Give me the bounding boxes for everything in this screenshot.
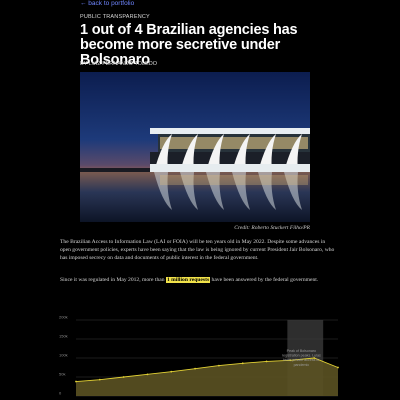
data-point bbox=[98, 378, 101, 381]
chart-annotation: term, private access to bbox=[283, 358, 319, 362]
back-to-portfolio-link[interactable]: ← back to portfolio bbox=[80, 0, 134, 7]
data-point bbox=[75, 380, 77, 383]
paragraph-text: have been answered by the federal govern… bbox=[210, 277, 319, 283]
y-tick-label: 50k bbox=[59, 372, 65, 377]
highlight-requests-count: 1 million requests bbox=[165, 277, 211, 283]
photo-credit: Credit: Roberto Stuckert Filho/PR bbox=[234, 225, 310, 231]
data-point bbox=[146, 373, 149, 376]
data-point bbox=[265, 360, 268, 363]
data-point bbox=[241, 362, 244, 365]
chart-annotation: registration peaks. Lulas bbox=[282, 354, 321, 358]
y-tick-label: 0 bbox=[59, 391, 62, 396]
chart-annotation: Peak of Bolsonaro bbox=[287, 349, 316, 353]
y-tick-label: 100k bbox=[59, 353, 68, 358]
requests-paragraph: Since it was regulated in May 2012, more… bbox=[60, 276, 335, 284]
y-tick-label: 150k bbox=[59, 334, 68, 339]
data-point bbox=[194, 367, 196, 370]
requests-area-chart: 200k 150k 100k 50k 0 Peak of Bolsonaroregistr… bbox=[59, 315, 339, 397]
data-point bbox=[218, 364, 220, 367]
data-point bbox=[122, 376, 125, 378]
section-kicker: PUBLIC TRANSPARENCY bbox=[80, 14, 150, 20]
data-point bbox=[337, 366, 339, 369]
article-byline: BY LUIZ FERNANDO TOLEDO bbox=[80, 61, 158, 67]
data-point bbox=[170, 370, 173, 373]
chart-annotation: pandemic bbox=[294, 363, 310, 367]
hero-photo bbox=[80, 72, 310, 222]
paragraph-text: Since it was regulated in May 2012, more… bbox=[60, 277, 166, 283]
intro-paragraph: The Brazilian Access to Information Law … bbox=[60, 239, 335, 262]
y-tick-label: 200k bbox=[59, 315, 68, 320]
